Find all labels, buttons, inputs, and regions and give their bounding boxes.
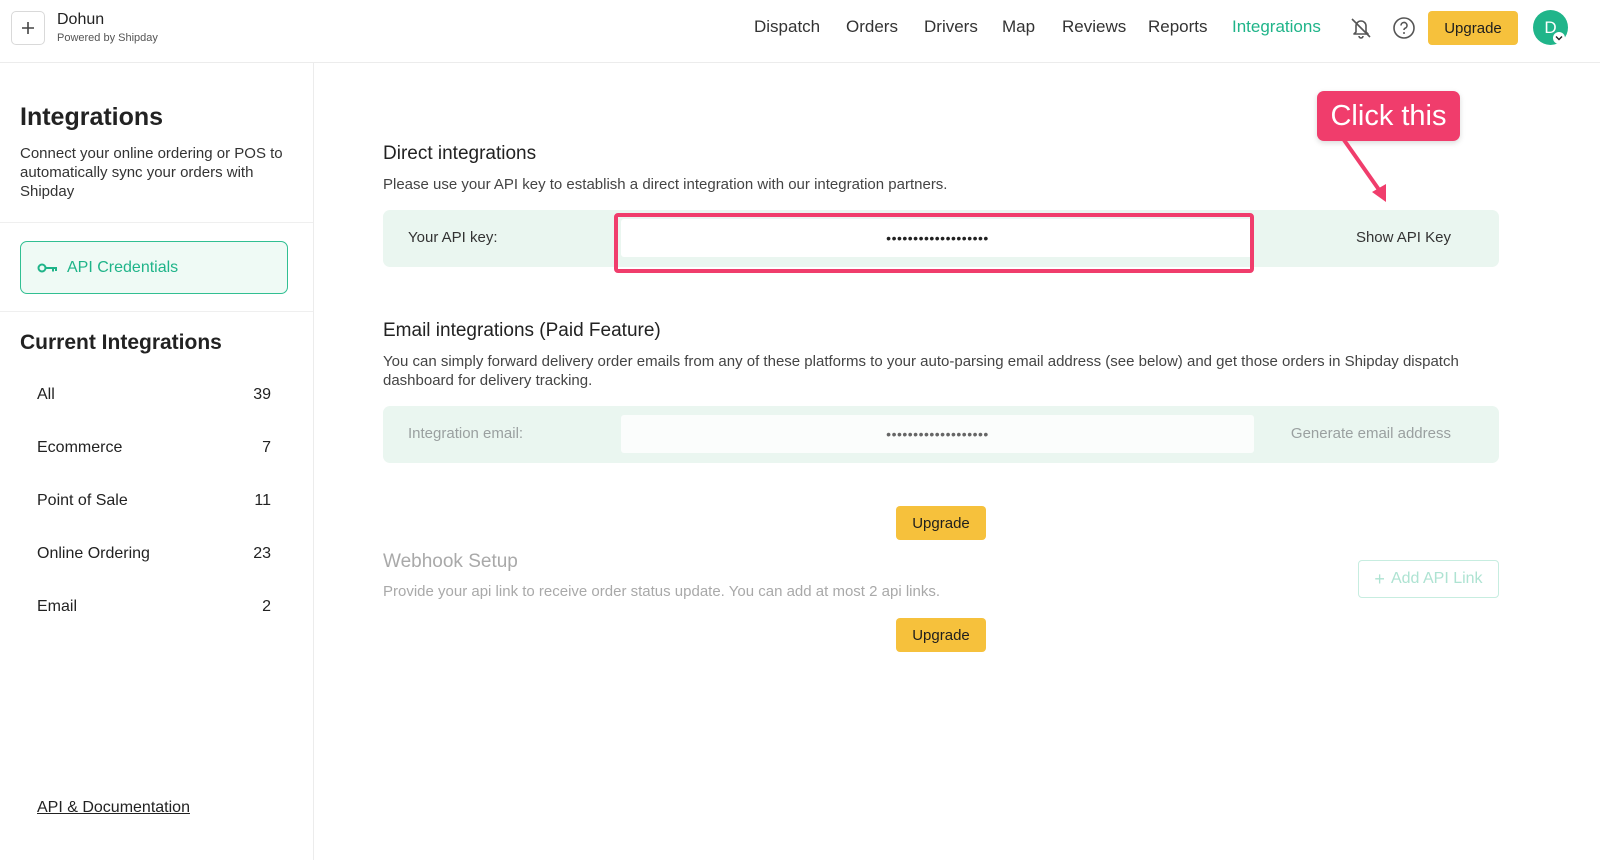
direct-integrations-title: Direct integrations (383, 143, 537, 164)
category-item-email[interactable]: Email 2 (37, 598, 271, 622)
email-integrations-title: Email integrations (Paid Feature) (383, 320, 661, 341)
sidebar-description: Connect your online ordering or POS to a… (20, 145, 283, 200)
brand-name: Dohun (57, 11, 105, 28)
category-label: Point of Sale (37, 492, 128, 509)
top-header: Dohun Powered by Shipday Dispatch Orders… (0, 0, 1600, 63)
add-api-link-label: Add API Link (1390, 570, 1483, 587)
sidebar-title: Integrations (20, 103, 164, 131)
nav-map[interactable]: Map (1002, 17, 1035, 39)
category-count: 2 (262, 598, 271, 615)
webhook-upgrade-button[interactable]: Upgrade (896, 618, 986, 652)
api-credentials-button[interactable]: API Credentials (20, 241, 288, 294)
email-integrations-description: You can simply forward delivery order em… (383, 353, 1459, 389)
plus-icon (22, 22, 34, 34)
category-item-ecommerce[interactable]: Ecommerce 7 (37, 439, 271, 463)
divider (0, 222, 313, 223)
nav-orders[interactable]: Orders (846, 17, 898, 39)
category-label: Email (37, 598, 78, 615)
api-key-row: Your API key: ••••••••••••••••••• Show A… (383, 210, 1499, 267)
nav-integrations[interactable]: Integrations (1232, 17, 1321, 39)
nav-dispatch[interactable]: Dispatch (754, 17, 820, 39)
api-key-label: Your API key: (408, 229, 498, 246)
current-integrations-title: Current Integrations (20, 331, 222, 354)
help-button[interactable] (1390, 14, 1418, 42)
category-count: 23 (253, 545, 271, 562)
direct-integrations-description: Please use your API key to establish a d… (383, 176, 948, 193)
callout-label: Click this (1317, 91, 1460, 141)
nav-drivers[interactable]: Drivers (924, 17, 978, 39)
integration-email-label: Integration email: (408, 425, 524, 442)
divider (0, 311, 313, 312)
sidebar: Integrations Connect your online orderin… (0, 63, 314, 860)
arrow-icon (1342, 138, 1386, 202)
category-item-all[interactable]: All 39 (37, 386, 271, 410)
webhook-setup-title: Webhook Setup (383, 551, 518, 572)
plus-icon: + (1374, 568, 1385, 589)
category-label: Ecommerce (37, 439, 123, 456)
integration-email-field: ••••••••••••••••••• (621, 415, 1254, 453)
category-item-online-ordering[interactable]: Online Ordering 23 (37, 545, 271, 569)
integration-email-row: Integration email: ••••••••••••••••••• G… (383, 406, 1499, 463)
key-icon (37, 262, 59, 274)
webhook-setup-description: Provide your api link to receive order s… (383, 583, 940, 600)
help-icon (1393, 17, 1415, 39)
category-count: 7 (262, 439, 271, 456)
add-api-link-button: + Add API Link (1358, 560, 1499, 598)
nav-reports[interactable]: Reports (1148, 17, 1208, 39)
category-item-point-of-sale[interactable]: Point of Sale 11 (37, 492, 271, 516)
category-label: Online Ordering (37, 545, 150, 562)
generate-email-button: Generate email address (1290, 425, 1451, 442)
api-key-field[interactable]: ••••••••••••••••••• (621, 219, 1254, 257)
category-count: 11 (254, 492, 271, 509)
category-count: 39 (253, 386, 271, 403)
chevron-down-icon (1553, 32, 1565, 44)
email-upgrade-button[interactable]: Upgrade (896, 506, 986, 540)
bell-off-icon (1351, 18, 1371, 39)
api-documentation-link[interactable]: API & Documentation (37, 799, 190, 817)
api-credentials-label: API Credentials (67, 258, 179, 276)
nav-reviews[interactable]: Reviews (1062, 17, 1126, 39)
notifications-button[interactable] (1347, 14, 1375, 42)
add-button[interactable] (11, 11, 45, 45)
category-label: All (37, 386, 55, 403)
show-api-key-button[interactable]: Show API Key (1356, 229, 1451, 246)
brand-subtitle: Powered by Shipday (57, 32, 158, 44)
header-upgrade-button[interactable]: Upgrade (1428, 11, 1518, 45)
